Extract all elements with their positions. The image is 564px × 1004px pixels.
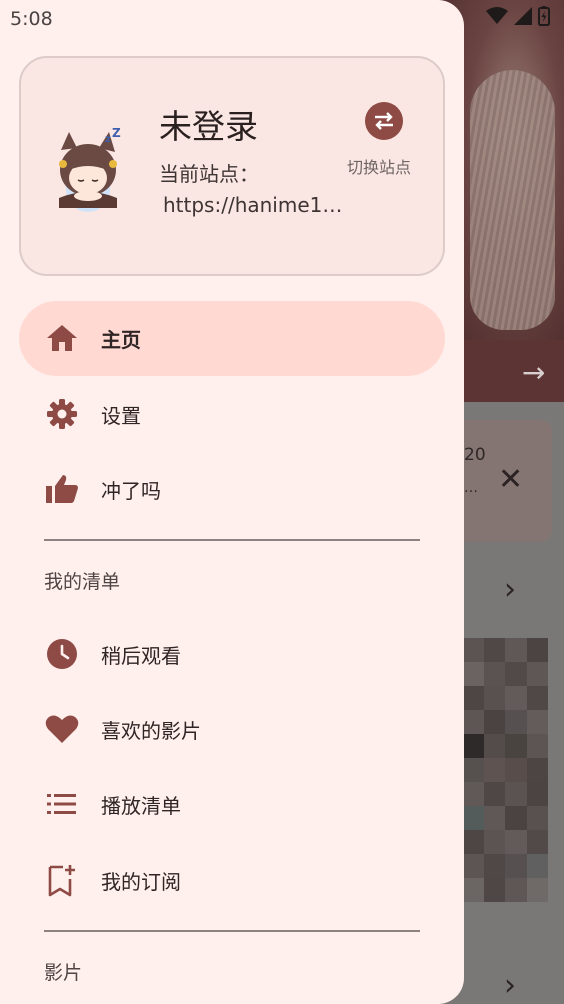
- list-icon: [45, 787, 79, 821]
- menu-item-home[interactable]: 主页: [19, 301, 445, 376]
- switch-site-label[interactable]: 切换站点: [347, 154, 411, 178]
- menu-item-settings[interactable]: 设置: [19, 377, 445, 452]
- menu-item-playlists[interactable]: 播放清单: [19, 767, 445, 842]
- menu-item-label: 主页: [101, 328, 141, 352]
- menu-item-label: 我的订阅: [101, 870, 181, 894]
- svg-text:z: z: [105, 134, 111, 145]
- menu-item-label: 稍后观看: [101, 644, 181, 668]
- section-header-my-list: 我的清单: [44, 571, 121, 593]
- swap-icon: [375, 112, 393, 130]
- gear-icon: [45, 397, 79, 431]
- divider: [44, 930, 420, 932]
- current-site-label: 当前站点：: [159, 162, 259, 186]
- menu-item-label: 播放清单: [101, 794, 181, 818]
- background-thumbnail-mosaic: [462, 638, 548, 903]
- close-icon: ✕: [498, 462, 524, 497]
- avatar[interactable]: z Z: [47, 128, 129, 214]
- account-card[interactable]: z Z 未登录 当前站点： https://hanime1.me 切换站点: [19, 56, 445, 276]
- bookmark-add-icon: [45, 863, 79, 897]
- wifi-icon: [486, 7, 508, 24]
- battery-icon: [538, 6, 550, 26]
- menu-item-favorites[interactable]: 喜欢的影片: [19, 692, 445, 767]
- chevron-right-icon: ›: [504, 572, 516, 607]
- current-site-url: https://hanime1.me: [163, 193, 347, 217]
- background-card-number: 20: [464, 445, 486, 465]
- chevron-right-icon: ›: [504, 968, 516, 1003]
- divider: [44, 539, 420, 541]
- thumbs-up-icon: [45, 472, 79, 506]
- menu-item-watch-later[interactable]: 稍后观看: [19, 617, 445, 692]
- heart-icon: [45, 712, 79, 746]
- status-time: 5:08: [10, 8, 53, 30]
- menu-item-subscriptions[interactable]: 我的订阅: [19, 843, 445, 918]
- signal-icon: [514, 7, 532, 25]
- switch-site-button[interactable]: [365, 102, 403, 140]
- menu-item-feedback[interactable]: 冲了吗: [19, 452, 445, 527]
- navigation-drawer: 5:08 z Z 未登录 当前站点： https://hanime1.me 切换…: [0, 0, 464, 1004]
- arrow-right-icon: →: [522, 356, 546, 389]
- section-header-videos: 影片: [44, 962, 83, 984]
- background-hero-figure: [470, 70, 555, 330]
- svg-text:Z: Z: [112, 128, 121, 140]
- clock-icon: [45, 637, 79, 671]
- background-card-ellipsis: …: [464, 480, 478, 496]
- account-status-title: 未登录: [159, 107, 258, 146]
- status-icons: [486, 6, 550, 26]
- menu-item-label: 冲了吗: [101, 479, 161, 503]
- menu-item-label: 设置: [101, 404, 141, 428]
- menu-item-label: 喜欢的影片: [101, 719, 201, 743]
- home-icon: [45, 321, 79, 355]
